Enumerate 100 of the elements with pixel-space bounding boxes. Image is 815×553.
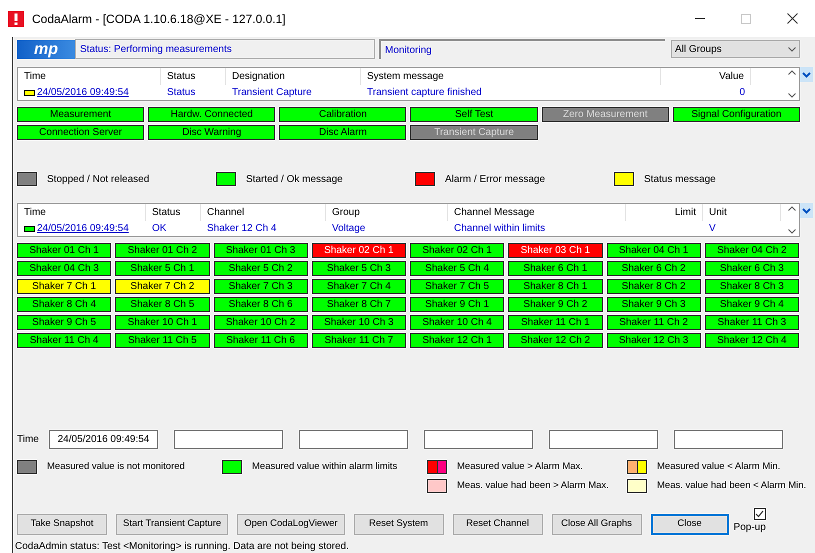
action-button[interactable]: Start Transient Capture bbox=[116, 514, 228, 534]
channel-indicator: Shaker 12 Ch 4 bbox=[704, 333, 799, 348]
channel-indicator: Shaker 12 Ch 3 bbox=[606, 333, 701, 348]
action-button[interactable]: Take Snapshot bbox=[17, 514, 107, 534]
expand-button[interactable] bbox=[800, 67, 813, 82]
table-cell-text: 24/05/2016 09:49:54 bbox=[37, 86, 129, 100]
action-button[interactable]: Open CodaLogViewer bbox=[237, 514, 345, 534]
channel-indicator: Shaker 01 Ch 2 bbox=[115, 243, 210, 258]
channel-indicator: Shaker 10 Ch 4 bbox=[410, 315, 504, 330]
legend-label: Meas. value had been < Alarm Min. bbox=[657, 479, 806, 494]
minimize-icon bbox=[695, 18, 705, 19]
status-indicator: Connection Server bbox=[17, 125, 144, 140]
column-header[interactable]: Time bbox=[18, 204, 146, 221]
status-indicator: Calibration bbox=[279, 107, 406, 122]
column-header[interactable]: Channel bbox=[201, 204, 326, 221]
channel-indicator: Shaker 12 Ch 1 bbox=[410, 333, 504, 348]
expand-button[interactable] bbox=[800, 203, 813, 218]
channel-indicator: Shaker 9 Ch 4 bbox=[704, 297, 799, 312]
channel-indicator: Shaker 8 Ch 2 bbox=[606, 279, 701, 294]
scroll-down-icon[interactable] bbox=[788, 93, 796, 98]
time-field[interactable] bbox=[549, 430, 658, 449]
channel-indicator: Shaker 04 Ch 1 bbox=[606, 243, 701, 258]
channel-indicator: Shaker 8 Ch 4 bbox=[17, 297, 112, 312]
legend-label: Measured value is not monitored bbox=[47, 460, 185, 474]
channel-indicator: Shaker 8 Ch 1 bbox=[508, 279, 602, 294]
channel-indicator: Shaker 04 Ch 2 bbox=[704, 243, 799, 258]
time-field[interactable] bbox=[424, 430, 533, 449]
column-header[interactable]: Limit bbox=[626, 204, 703, 221]
channel-indicator: Shaker 11 Ch 7 bbox=[312, 333, 406, 348]
column-header[interactable]: Value bbox=[661, 68, 751, 85]
time-label: Time bbox=[17, 433, 40, 447]
time-field[interactable] bbox=[174, 430, 283, 449]
time-field[interactable] bbox=[299, 430, 408, 449]
channel-indicator: Shaker 8 Ch 6 bbox=[214, 297, 308, 312]
legend-label: Measured value within alarm limits bbox=[252, 460, 398, 474]
time-field[interactable]: 24/05/2016 09:49:54 bbox=[49, 430, 158, 449]
column-header[interactable]: Time bbox=[18, 68, 161, 85]
channel-indicator: Shaker 11 Ch 5 bbox=[115, 333, 210, 348]
status-indicator: Measurement bbox=[17, 107, 144, 122]
group-dropdown[interactable]: All Groups bbox=[671, 40, 800, 58]
action-button[interactable]: Close All Graphs bbox=[552, 514, 642, 534]
channel-indicator: Shaker 5 Ch 4 bbox=[410, 261, 504, 276]
status-indicator: Disc Alarm bbox=[279, 125, 406, 140]
popup-checkbox[interactable] bbox=[754, 508, 766, 520]
close-icon bbox=[786, 13, 798, 24]
status-indicator: Transient Capture bbox=[410, 125, 538, 140]
action-button[interactable]: Reset Channel bbox=[452, 514, 543, 534]
channel-indicator: Shaker 10 Ch 1 bbox=[115, 315, 210, 330]
status-indicator: Hardw. Connected bbox=[148, 107, 276, 122]
scroll-down-icon[interactable] bbox=[788, 229, 796, 234]
channel-indicator: Shaker 11 Ch 1 bbox=[508, 315, 602, 330]
scroll-up-icon[interactable] bbox=[788, 70, 796, 75]
logo: mp bbox=[17, 40, 75, 58]
channel-indicator: Shaker 7 Ch 4 bbox=[312, 279, 406, 294]
channel-indicator: Shaker 02 Ch 1 bbox=[312, 243, 406, 258]
legend-label: Measured value > Alarm Max. bbox=[457, 460, 583, 474]
column-header[interactable]: Status bbox=[146, 204, 201, 221]
column-header[interactable]: Status bbox=[161, 68, 226, 85]
alert-icon bbox=[8, 10, 24, 26]
popup-label: Pop-up bbox=[734, 520, 766, 534]
column-header[interactable]: Group bbox=[326, 204, 448, 221]
table-cell-text: V bbox=[709, 222, 716, 236]
channel-indicator: Shaker 7 Ch 1 bbox=[17, 279, 112, 294]
channel-indicator: Shaker 5 Ch 1 bbox=[115, 261, 210, 276]
column-header[interactable]: Channel Message bbox=[448, 204, 626, 221]
chevron-down-icon bbox=[788, 46, 796, 52]
column-header[interactable]: System message bbox=[361, 68, 661, 85]
scroll-up-icon[interactable] bbox=[788, 206, 796, 211]
status-indicator: Disc Warning bbox=[148, 125, 276, 140]
status-indicator: Zero Measurement bbox=[542, 107, 669, 122]
channel-indicator: Shaker 11 Ch 6 bbox=[214, 333, 308, 348]
channel-indicator: Shaker 5 Ch 2 bbox=[214, 261, 308, 276]
table-cell-text: 0 bbox=[739, 86, 745, 100]
column-header[interactable]: Designation bbox=[226, 68, 361, 85]
table-cell-text: OK bbox=[152, 222, 166, 236]
legend-label: Alarm / Error message bbox=[445, 172, 546, 186]
maximize-icon bbox=[741, 14, 751, 24]
channel-indicator: Shaker 9 Ch 2 bbox=[508, 297, 602, 312]
time-field[interactable] bbox=[674, 430, 783, 449]
status-indicator: Signal Configuration bbox=[672, 107, 800, 122]
status-field: Status: Performing measurements bbox=[75, 39, 375, 59]
column-header[interactable]: Unit bbox=[703, 204, 781, 221]
table-cell-text: Shaker 12 Ch 4 bbox=[207, 222, 276, 236]
table-cell-text: Transient capture finished bbox=[367, 86, 482, 100]
table-cell-text: 24/05/2016 09:49:54 bbox=[37, 222, 129, 236]
action-button[interactable]: Close bbox=[650, 514, 729, 534]
legend-label: Meas. value had been > Alarm Max. bbox=[457, 479, 609, 494]
channel-indicator: Shaker 8 Ch 3 bbox=[704, 279, 799, 294]
window-title: CodaAlarm - [CODA 1.10.6.18@XE - 127.0.0.1] bbox=[32, 10, 286, 28]
channel-indicator: Shaker 6 Ch 2 bbox=[606, 261, 701, 276]
channel-indicator: Shaker 03 Ch 1 bbox=[508, 243, 602, 258]
channel-indicator: Shaker 11 Ch 2 bbox=[606, 315, 701, 330]
channel-indicator: Shaker 7 Ch 3 bbox=[214, 279, 308, 294]
channel-indicator: Shaker 10 Ch 2 bbox=[214, 315, 308, 330]
action-button[interactable]: Reset System bbox=[354, 514, 444, 534]
channel-indicator: Shaker 04 Ch 3 bbox=[17, 261, 112, 276]
channel-indicator: Shaker 6 Ch 3 bbox=[704, 261, 799, 276]
channel-indicator: Shaker 9 Ch 5 bbox=[17, 315, 112, 330]
chevron-down-icon bbox=[802, 208, 811, 214]
channel-indicator: Shaker 12 Ch 2 bbox=[508, 333, 602, 348]
